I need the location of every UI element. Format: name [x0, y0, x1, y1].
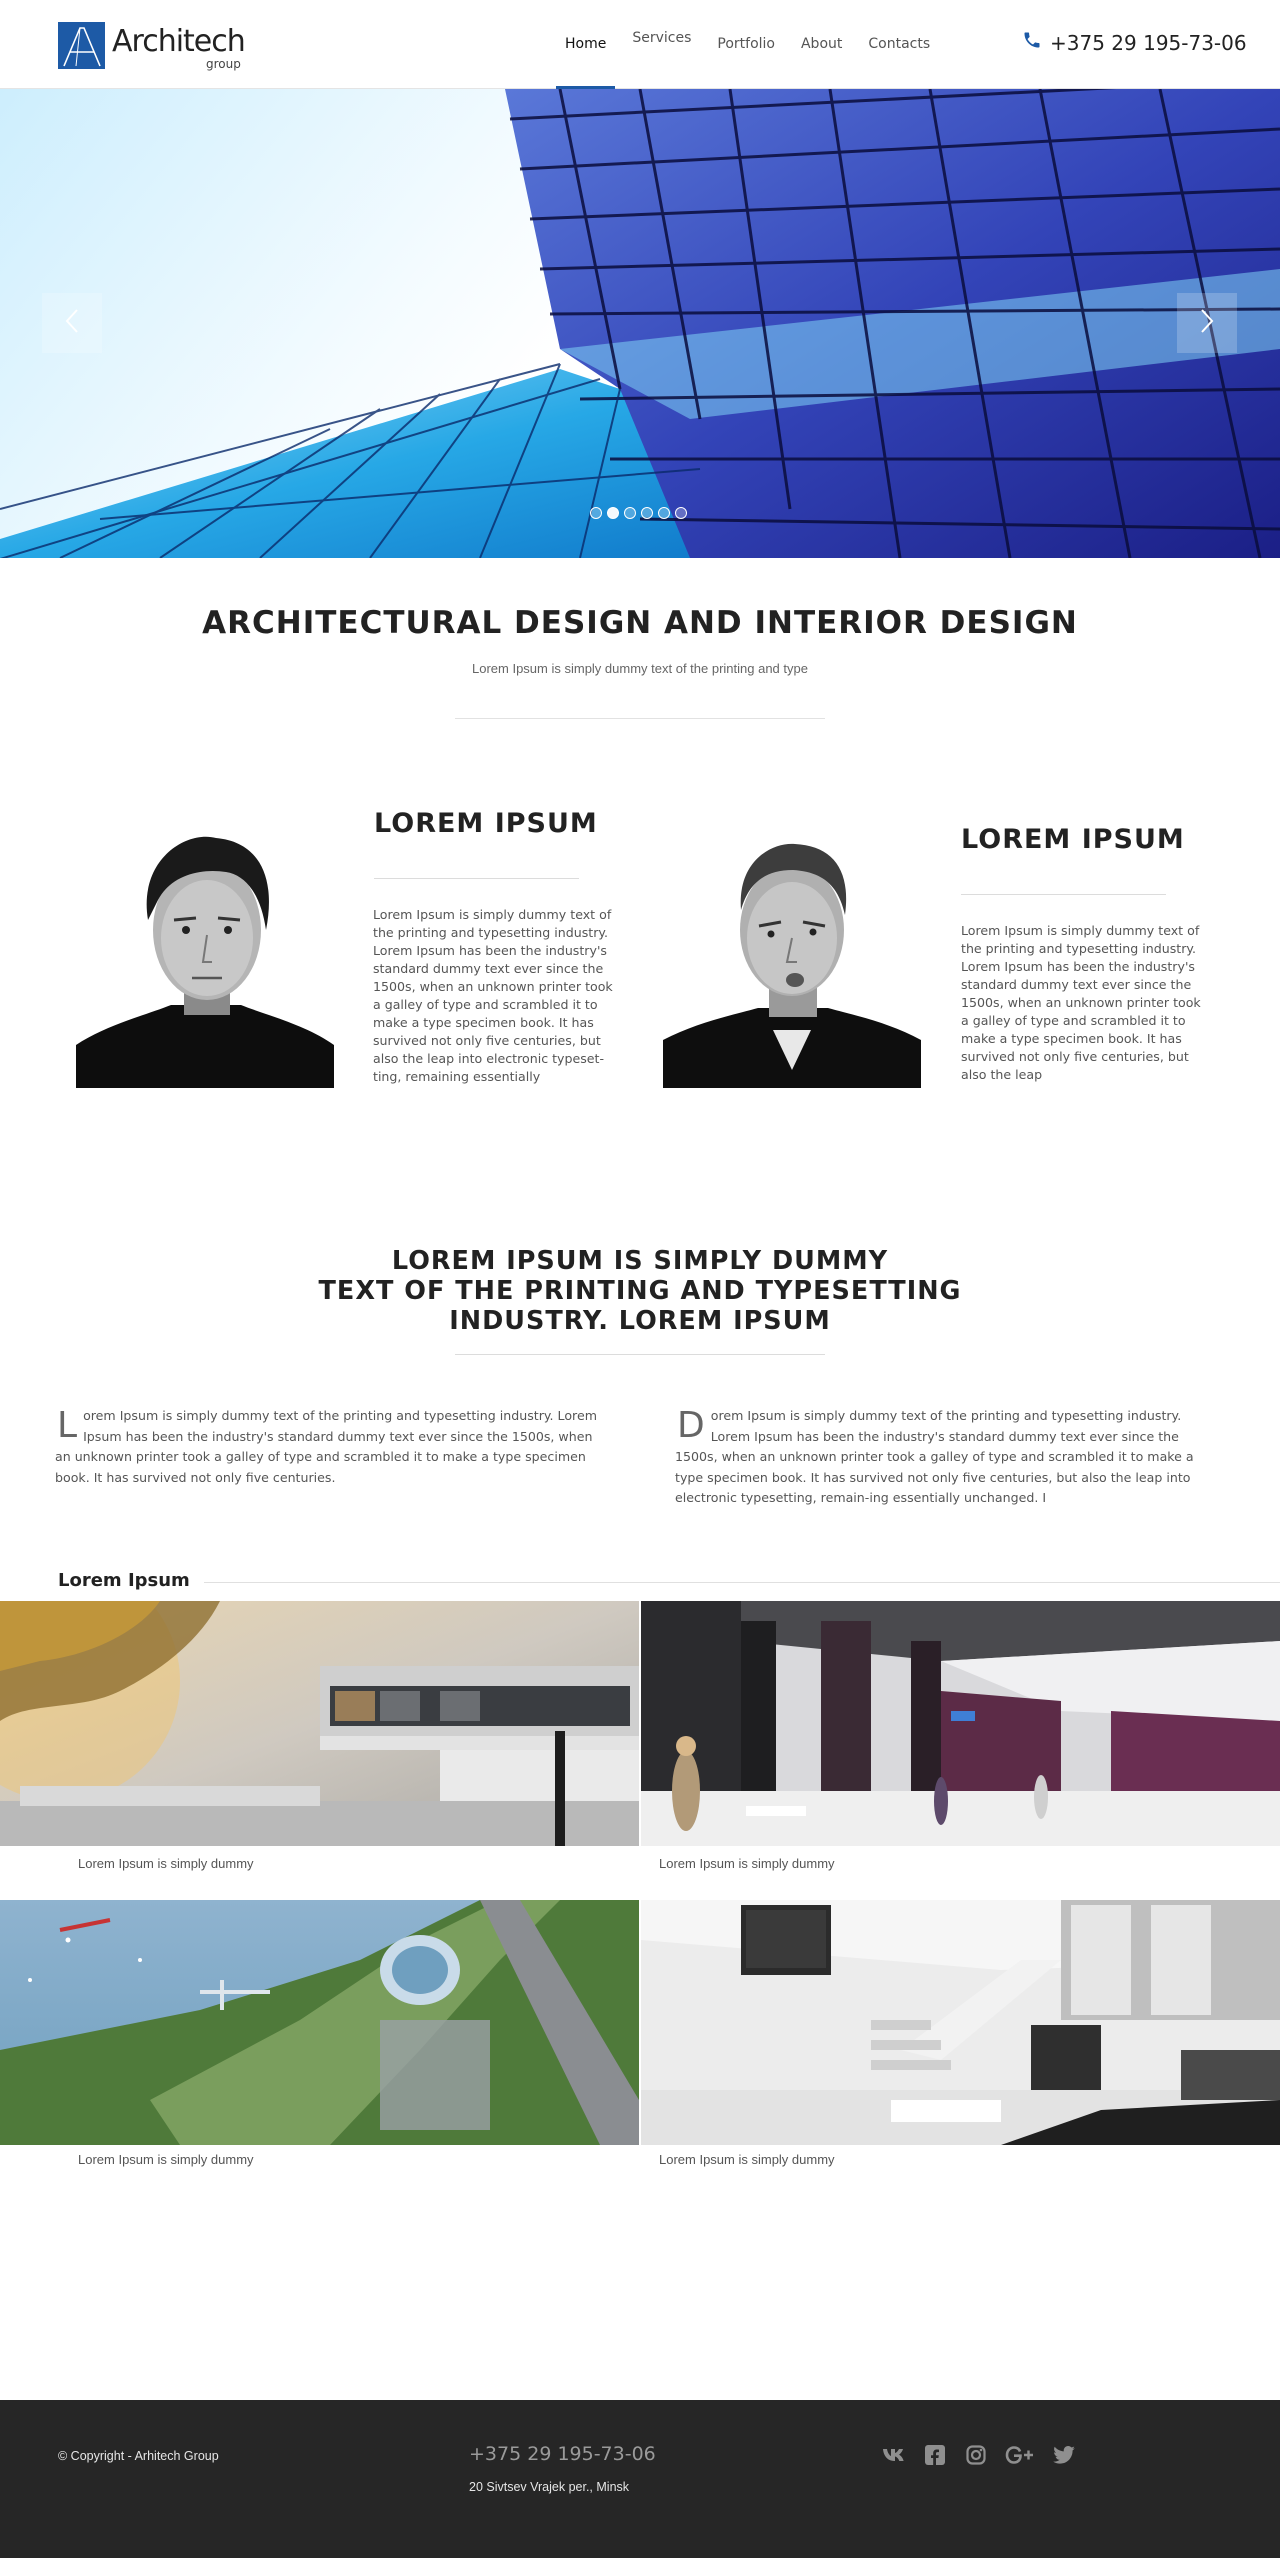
header-phone[interactable]: +375 29 195-73-06: [1022, 30, 1247, 55]
gallery-title: Lorem Ipsum: [58, 1570, 204, 1591]
person-title-1: LOREM IPSUM: [374, 808, 598, 839]
quote-title: LOREM IPSUM IS SIMPLY DUMMY TEXT OF THE …: [240, 1246, 1040, 1336]
gallery-image-4[interactable]: [641, 1900, 1280, 2145]
quote-line-2: TEXT OF THE PRINTING AND TYPESETTING: [318, 1276, 962, 1306]
vk-icon[interactable]: [882, 2444, 906, 2466]
chevron-left-icon: [64, 308, 80, 339]
google-plus-icon[interactable]: [1005, 2444, 1035, 2466]
instagram-icon[interactable]: [964, 2444, 988, 2466]
slider-dot[interactable]: [658, 507, 670, 519]
nav-contacts[interactable]: Contacts: [855, 0, 943, 89]
divider: [374, 878, 579, 879]
slider-dots: [590, 507, 687, 519]
gallery-caption-1: Lorem Ipsum is simply dummy: [78, 1856, 254, 1871]
dropcap: L: [57, 1405, 78, 1446]
gallery-caption-3: Lorem Ipsum is simply dummy: [78, 2152, 254, 2167]
slider-dot-active[interactable]: [607, 507, 619, 519]
divider: [190, 1582, 1280, 1583]
gallery-image-3[interactable]: [0, 1900, 639, 2145]
phone-icon: [1022, 30, 1042, 55]
gallery-caption-4: Lorem Ipsum is simply dummy: [659, 2152, 835, 2167]
twitter-icon[interactable]: [1052, 2444, 1076, 2466]
column-text: orem Ipsum is simply dummy text of the p…: [55, 1408, 597, 1485]
gallery-image-2[interactable]: [641, 1601, 1280, 1846]
person-photo-1: [76, 820, 334, 1088]
divider: [455, 1354, 825, 1355]
divider: [961, 894, 1166, 895]
phone-number: +375 29 195-73-06: [1050, 30, 1247, 55]
nav-services[interactable]: Services: [619, 0, 704, 83]
text-column-2: D orem Ipsum is simply dummy text of the…: [675, 1406, 1220, 1509]
person-photo-2: [663, 830, 921, 1088]
slider-dot[interactable]: [675, 507, 687, 519]
dropcap: D: [677, 1405, 705, 1446]
nav-home[interactable]: Home: [552, 0, 619, 89]
quote-line-1: LOREM IPSUM IS SIMPLY DUMMY: [391, 1246, 889, 1276]
gallery-image-1[interactable]: [0, 1601, 639, 1846]
gallery-caption-2: Lorem Ipsum is simply dummy: [659, 1856, 835, 1871]
intro-subtitle: Lorem Ipsum is simply dummy text of the …: [472, 661, 808, 676]
text-column-1: L orem Ipsum is simply dummy text of the…: [55, 1406, 600, 1488]
logo-subtext: group: [206, 57, 241, 71]
quote-line-3: INDUSTRY. LOREM IPSUM: [449, 1306, 831, 1336]
hero-slider: [0, 89, 1280, 558]
person-title-2: LOREM IPSUM: [961, 824, 1185, 855]
copyright: © Copyright - Arhitech Group: [58, 2449, 219, 2463]
main-nav: Home Services Portfolio About Contacts: [552, 0, 943, 89]
slider-dot[interactable]: [624, 507, 636, 519]
intro-title: ARCHITECTURAL DESIGN AND INTERIOR DESIGN: [202, 605, 1078, 641]
site-footer: [0, 2400, 1280, 2558]
divider: [455, 718, 825, 719]
slider-dot[interactable]: [641, 507, 653, 519]
footer-address: 20 Sivtsev Vrajek per., Minsk: [469, 2480, 630, 2494]
chevron-right-icon: [1199, 308, 1215, 339]
logo-mark-icon: [58, 22, 105, 69]
nav-portfolio[interactable]: Portfolio: [704, 0, 788, 89]
footer-phone[interactable]: +375 29 195-73-06: [469, 2443, 656, 2465]
logo[interactable]: Architech group: [58, 20, 248, 72]
hero-image: [0, 89, 1280, 558]
social-links: [882, 2444, 1076, 2466]
logo-text: Architech: [112, 24, 246, 59]
site-header: Architech group Home Services Portfolio …: [0, 0, 1280, 89]
slider-prev-button[interactable]: [42, 293, 102, 353]
slider-next-button[interactable]: [1177, 293, 1237, 353]
column-text: orem Ipsum is simply dummy text of the p…: [675, 1408, 1194, 1505]
nav-about[interactable]: About: [788, 0, 855, 89]
person-text-2: Lorem Ipsum is simply dummy text of the …: [961, 923, 1201, 1082]
slider-dot[interactable]: [590, 507, 602, 519]
person-text-1: Lorem Ipsum is simply dummy text of the …: [373, 907, 613, 1084]
facebook-icon[interactable]: [923, 2444, 947, 2466]
